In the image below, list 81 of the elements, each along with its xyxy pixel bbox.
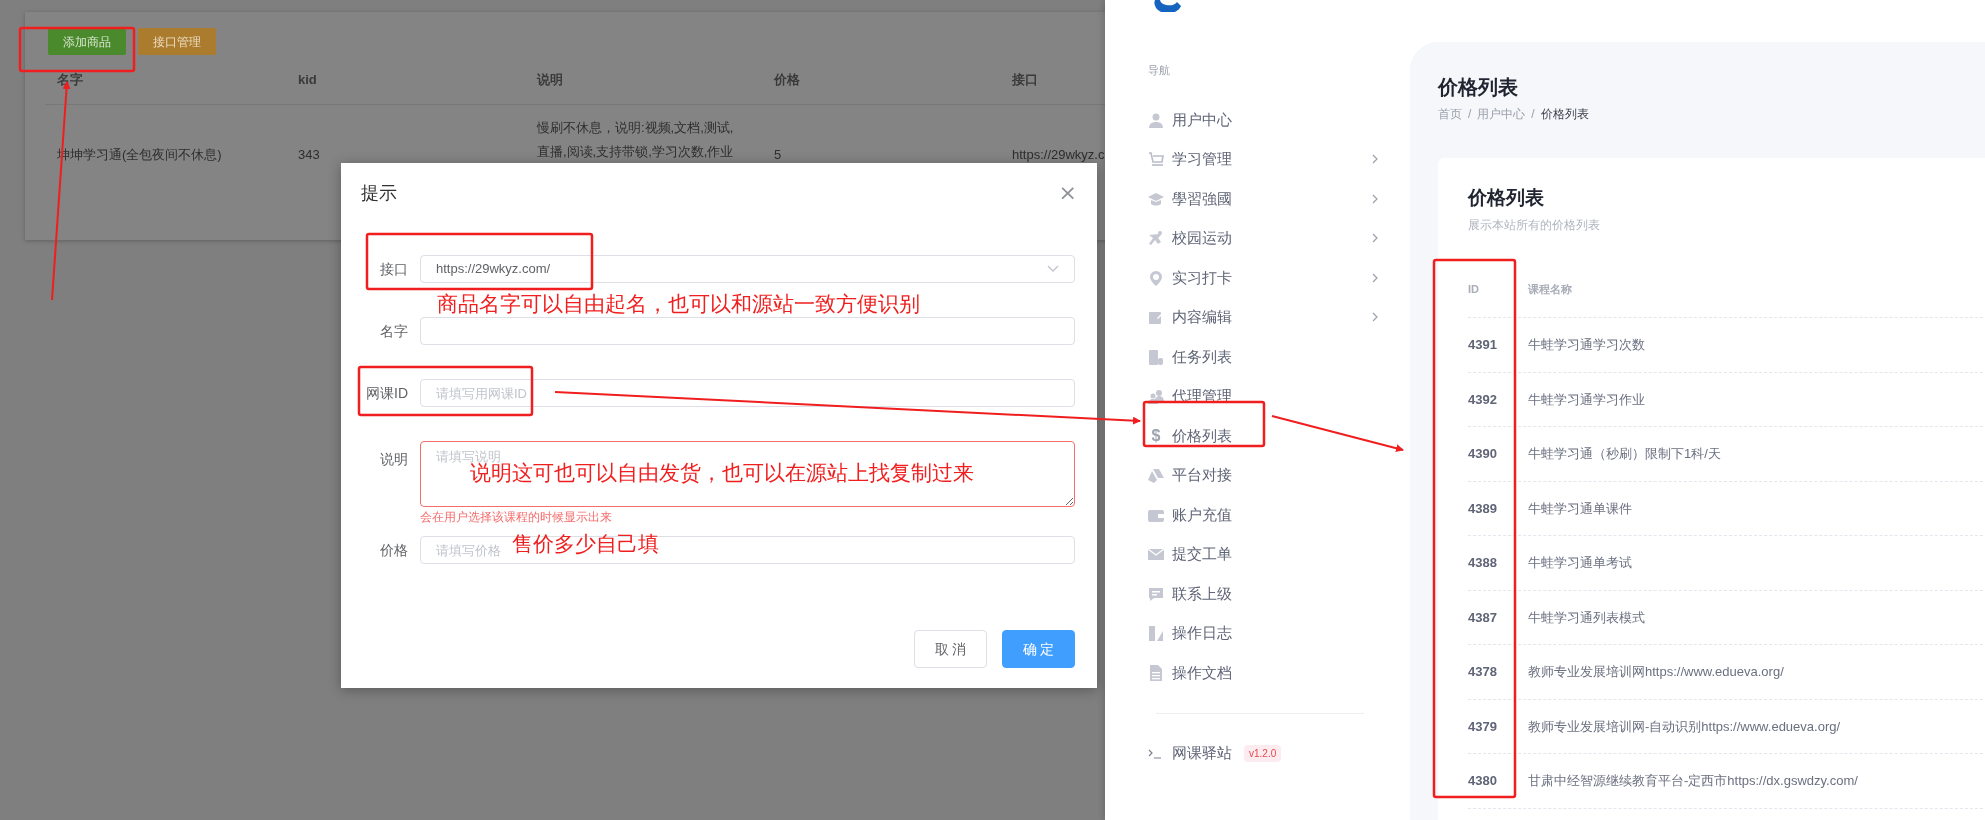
chevron-down-icon: [1047, 265, 1059, 273]
annotation-text: 说明这可也可以自由发货，也可以在源站上找复制过来: [470, 461, 974, 485]
column-header: ID: [1468, 282, 1480, 298]
nav-item[interactable]: 实习打卡: [1148, 258, 1388, 298]
table-cell-text: 教师专业发展培训网-自动识别https://www.edueva.org/: [1528, 717, 1841, 736]
nav-item[interactable]: 内容编辑: [1148, 297, 1388, 337]
dropdown-field[interactable]: https://29wkyz.com/: [420, 255, 1075, 283]
breadcrumb-current: 价格列表: [1540, 106, 1589, 123]
person-icon: [1148, 111, 1164, 128]
table-cell-text: 4390: [1468, 445, 1498, 463]
nav-item[interactable]: 联系上级: [1148, 574, 1388, 614]
nav-item[interactable]: 学习管理: [1148, 139, 1388, 179]
document-icon: [1148, 664, 1164, 681]
envelope-icon: [1148, 546, 1164, 563]
dollar-icon: $: [1148, 423, 1164, 448]
input-field[interactable]: [420, 317, 1075, 345]
card-subtitle: 展示本站所有的价格列表: [1468, 217, 1600, 234]
drive-icon: [1148, 467, 1164, 484]
nav-item[interactable]: 账户充值: [1148, 495, 1388, 535]
field-label: 价格: [379, 541, 409, 560]
table-cell-text: 牛蛙学习通学习次数: [1528, 336, 1645, 354]
field-label: 名字: [379, 322, 409, 341]
table-cell-text: 4387: [1468, 608, 1498, 627]
nav-item[interactable]: 用户中心: [1148, 100, 1388, 140]
dialog-title: 提示: [361, 181, 397, 205]
logo-icon: [1153, 0, 1183, 12]
nav-item[interactable]: 提交工单: [1148, 534, 1388, 574]
map-pin-icon: [1148, 269, 1164, 286]
clipboard-icon: [1148, 348, 1164, 365]
column-header: kid: [298, 71, 317, 89]
table-cell-text: 5: [774, 146, 782, 164]
nav-item[interactable]: 网课驿站: [1148, 733, 1232, 774]
help-text: 会在用户选择该课程的时候显示出来: [420, 509, 613, 525]
edit-icon: [1148, 309, 1164, 326]
table-cell-text: 4392: [1468, 390, 1498, 409]
nav-item[interactable]: 操作日志: [1148, 613, 1388, 653]
field-label: 接口: [379, 260, 409, 279]
nav-item[interactable]: 操作文档: [1148, 653, 1388, 693]
card-title: 价格列表: [1468, 186, 1544, 210]
nav-item[interactable]: 學習強國: [1148, 179, 1388, 219]
table-cell-text: 4379: [1468, 717, 1498, 736]
graduation-cap-icon: [1148, 190, 1164, 207]
column-header: 价格: [774, 71, 800, 89]
field-label: 说明: [379, 450, 409, 469]
breadcrumb-separator: /: [1468, 106, 1472, 123]
column-header: 说明: [537, 71, 563, 89]
field-label: 网课ID: [365, 384, 409, 403]
breadcrumb-separator: /: [1531, 106, 1535, 123]
table-cell-text: 教师专业发展培训网https://www.edueva.org/: [1528, 663, 1784, 681]
table-cell-text: 慢刷不休息，说明:视频,文档,测试, 直播,阅读,支持带锁,学习次数,作业: [537, 119, 734, 161]
table-cell-text: 4388: [1468, 554, 1498, 572]
table-cell-text: https://29wkyz.c: [1012, 146, 1105, 164]
button[interactable]: 取 消: [914, 630, 987, 668]
nav-item[interactable]: 校园运动: [1148, 218, 1388, 258]
nav-item[interactable]: 平台对接: [1148, 455, 1388, 495]
table-cell-text: 甘肃中经智源继续教育平台-定西市https://dx.gswdzy.com/: [1528, 772, 1858, 790]
nav-item[interactable]: $ 价格列表: [1148, 416, 1388, 456]
table-cell-text: 牛蛙学习通列表模式: [1528, 608, 1645, 627]
column-header: 课程名称: [1528, 282, 1572, 298]
chart-icon: [1148, 625, 1164, 642]
table-cell-text: 4380: [1468, 772, 1498, 790]
users-icon: [1148, 388, 1164, 405]
terminal-icon: [1148, 748, 1162, 759]
table-cell-text: 4389: [1468, 499, 1498, 518]
section-label: 导航: [1148, 63, 1171, 78]
table-cell-text: 牛蛙学习通单课件: [1528, 499, 1632, 518]
table-cell-text: 牛蛙学习通单考试: [1528, 554, 1632, 572]
version-badge: v1.2.0: [1244, 745, 1282, 762]
table-cell-text: 牛蛙学习通学习作业: [1528, 390, 1645, 409]
chat-icon: [1148, 585, 1164, 602]
column-header: 接口: [1012, 71, 1038, 89]
table-cell-text: 4391: [1468, 336, 1498, 354]
table-cell-text: 牛蛙学习通（秒刷）限制下1科/天: [1528, 445, 1721, 463]
table-cell-text: 343: [298, 146, 320, 164]
page-title: 价格列表: [1438, 75, 1518, 100]
cart-icon: [1148, 151, 1164, 168]
button[interactable]: 添加商品: [48, 28, 126, 55]
nav-item[interactable]: 任务列表: [1148, 337, 1388, 377]
annotation-text: 商品名字可以自由起名，也可以和源站一致方便识别: [437, 292, 920, 316]
input-field[interactable]: 请填写用网课ID: [420, 379, 1075, 407]
table-cell-text: 4378: [1468, 663, 1498, 681]
